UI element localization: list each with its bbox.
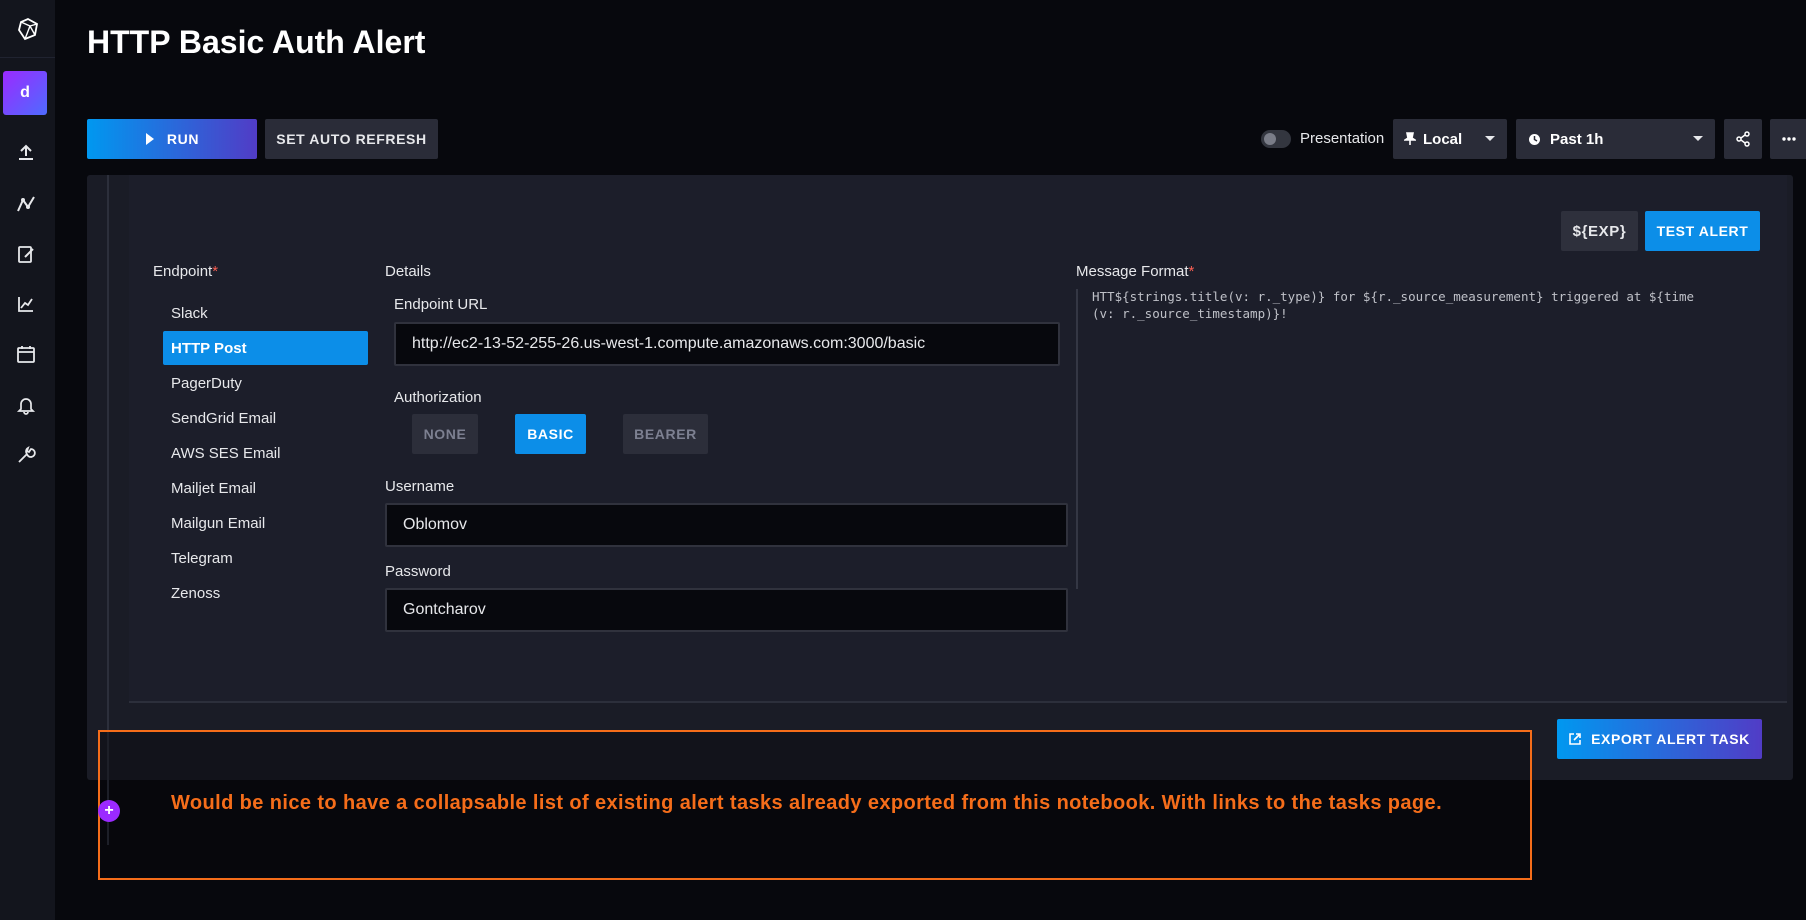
endpoint-heading-text: Endpoint xyxy=(153,263,213,280)
share-button[interactable] xyxy=(1724,119,1762,159)
tasks-calendar-icon[interactable] xyxy=(0,334,52,374)
timezone-value: Local xyxy=(1423,130,1463,148)
presentation-label: Presentation xyxy=(1300,130,1385,147)
chevron-down-icon xyxy=(1693,136,1703,141)
external-link-icon xyxy=(1569,733,1581,745)
auth-basic-button[interactable]: BASIC xyxy=(515,414,586,454)
password-value: Gontcharov xyxy=(403,601,486,618)
influx-logo-icon[interactable] xyxy=(0,0,55,58)
dashboard-icon[interactable] xyxy=(0,284,52,324)
endpoint-item-slack[interactable]: Slack xyxy=(163,296,368,330)
time-range-value: Past 1h xyxy=(1550,130,1604,148)
run-button[interactable]: RUN xyxy=(87,119,257,159)
required-mark: * xyxy=(212,263,219,280)
endpoint-item-pagerduty[interactable]: PagerDuty xyxy=(163,366,368,400)
more-menu-button[interactable] xyxy=(1770,119,1806,159)
data-explorer-icon[interactable] xyxy=(0,184,52,224)
endpoint-item-mailjet-email[interactable]: Mailjet Email xyxy=(163,471,368,505)
username-input[interactable]: Oblomov xyxy=(385,503,1068,547)
details-heading: Details xyxy=(385,263,431,280)
main-area: HTTP Basic Auth Alert RUN SET AUTO REFRE… xyxy=(55,0,1806,920)
endpoint-item-aws-ses-email[interactable]: AWS SES Email xyxy=(163,436,368,470)
page-title: HTTP Basic Auth Alert xyxy=(87,24,426,60)
play-icon xyxy=(145,133,154,145)
endpoint-heading: Endpoint* xyxy=(153,263,218,280)
more-dots-icon xyxy=(1782,137,1796,141)
endpoint-item-zenoss[interactable]: Zenoss xyxy=(163,576,368,610)
share-icon xyxy=(1736,131,1750,147)
toggle-knob xyxy=(1264,133,1276,145)
message-format-heading: Message Format* xyxy=(1076,263,1194,280)
run-label: RUN xyxy=(166,131,200,147)
endpoint-item-mailgun-email[interactable]: Mailgun Email xyxy=(163,506,368,540)
endpoint-url-value: http://ec2-13-52-255-26.us-west-1.comput… xyxy=(412,335,926,352)
add-cell-button[interactable]: + xyxy=(98,800,120,822)
alerts-bell-icon[interactable] xyxy=(0,385,52,425)
clock-icon xyxy=(1529,134,1540,145)
insert-expression-button[interactable]: ${EXP} xyxy=(1561,211,1638,251)
endpoint-item-telegram[interactable]: Telegram xyxy=(163,541,368,575)
settings-wrench-icon[interactable] xyxy=(0,435,52,475)
presentation-toggle[interactable] xyxy=(1261,130,1291,148)
auth-none-button[interactable]: NONE xyxy=(412,414,478,454)
upload-icon[interactable] xyxy=(0,133,52,173)
message-editor-gutter xyxy=(1076,289,1078,589)
annotation-text: Would be nice to have a collapsable list… xyxy=(171,792,1443,814)
password-input[interactable]: Gontcharov xyxy=(385,588,1068,632)
timezone-dropdown[interactable]: Local xyxy=(1393,119,1507,159)
test-alert-button[interactable]: TEST ALERT xyxy=(1645,211,1760,251)
authorization-label: Authorization xyxy=(394,389,482,406)
export-label: EXPORT ALERT TASK xyxy=(1591,731,1750,747)
export-alert-task-button[interactable]: EXPORT ALERT TASK xyxy=(1557,719,1762,759)
endpoint-item-sendgrid-email[interactable]: SendGrid Email xyxy=(163,401,368,435)
endpoint-url-input[interactable]: http://ec2-13-52-255-26.us-west-1.comput… xyxy=(394,322,1060,366)
endpoint-url-label: Endpoint URL xyxy=(394,296,488,313)
message-format-heading-text: Message Format xyxy=(1076,263,1189,280)
time-range-dropdown[interactable]: Past 1h xyxy=(1516,119,1715,159)
username-label: Username xyxy=(385,478,455,495)
username-value: Oblomov xyxy=(403,516,468,533)
org-avatar[interactable]: d xyxy=(3,71,47,115)
auth-bearer-button[interactable]: BEARER xyxy=(623,414,708,454)
org-initial: d xyxy=(20,84,30,101)
password-label: Password xyxy=(385,563,451,580)
pin-icon xyxy=(1404,132,1416,145)
chevron-down-icon xyxy=(1485,136,1495,141)
sidebar: d xyxy=(0,0,55,920)
notebook-icon[interactable] xyxy=(0,234,52,274)
set-auto-refresh-button[interactable]: SET AUTO REFRESH xyxy=(265,119,438,159)
message-format-editor[interactable]: HTT${strings.title(v: r._type)} for ${r.… xyxy=(1092,288,1742,322)
endpoint-item-http-post[interactable]: HTTP Post xyxy=(163,331,368,365)
required-mark: * xyxy=(1188,263,1195,280)
